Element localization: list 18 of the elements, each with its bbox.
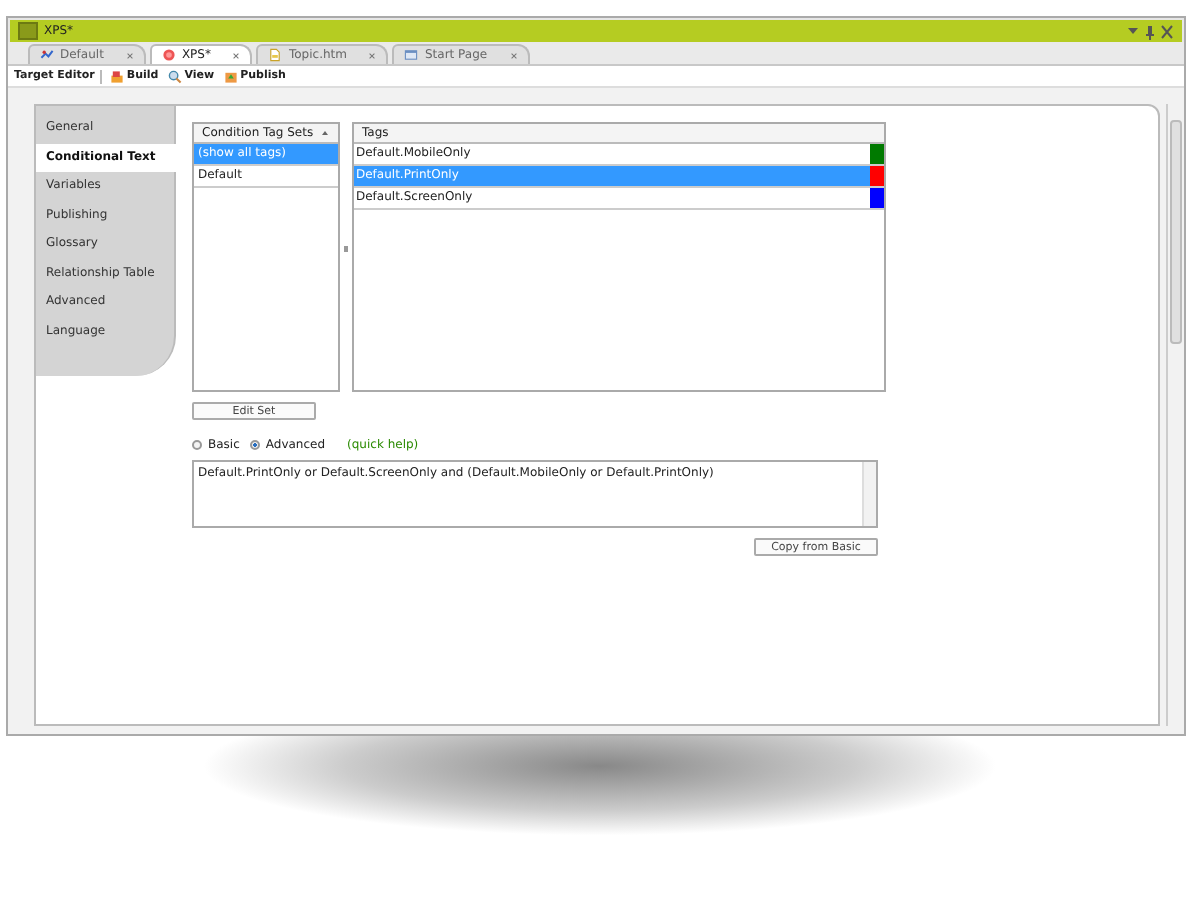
scrollbar[interactable]	[862, 462, 876, 526]
radio-button[interactable]	[192, 440, 202, 450]
splitter-handle[interactable]	[344, 246, 348, 252]
map-icon	[40, 48, 54, 62]
close-icon[interactable]	[368, 51, 377, 59]
window-icon	[404, 48, 419, 62]
magnifier-icon	[168, 69, 183, 83]
grip-icon	[18, 22, 38, 40]
sort-icon	[320, 128, 330, 138]
circle-icon	[161, 48, 176, 62]
close-icon[interactable]	[125, 51, 134, 59]
window-controls-icon[interactable]	[1126, 23, 1174, 39]
build-icon	[110, 69, 125, 83]
close-icon[interactable]	[232, 51, 241, 59]
radio-button[interactable]	[249, 440, 260, 450]
publish-icon	[224, 69, 239, 83]
page-icon	[268, 48, 283, 62]
close-icon[interactable]	[509, 51, 518, 59]
